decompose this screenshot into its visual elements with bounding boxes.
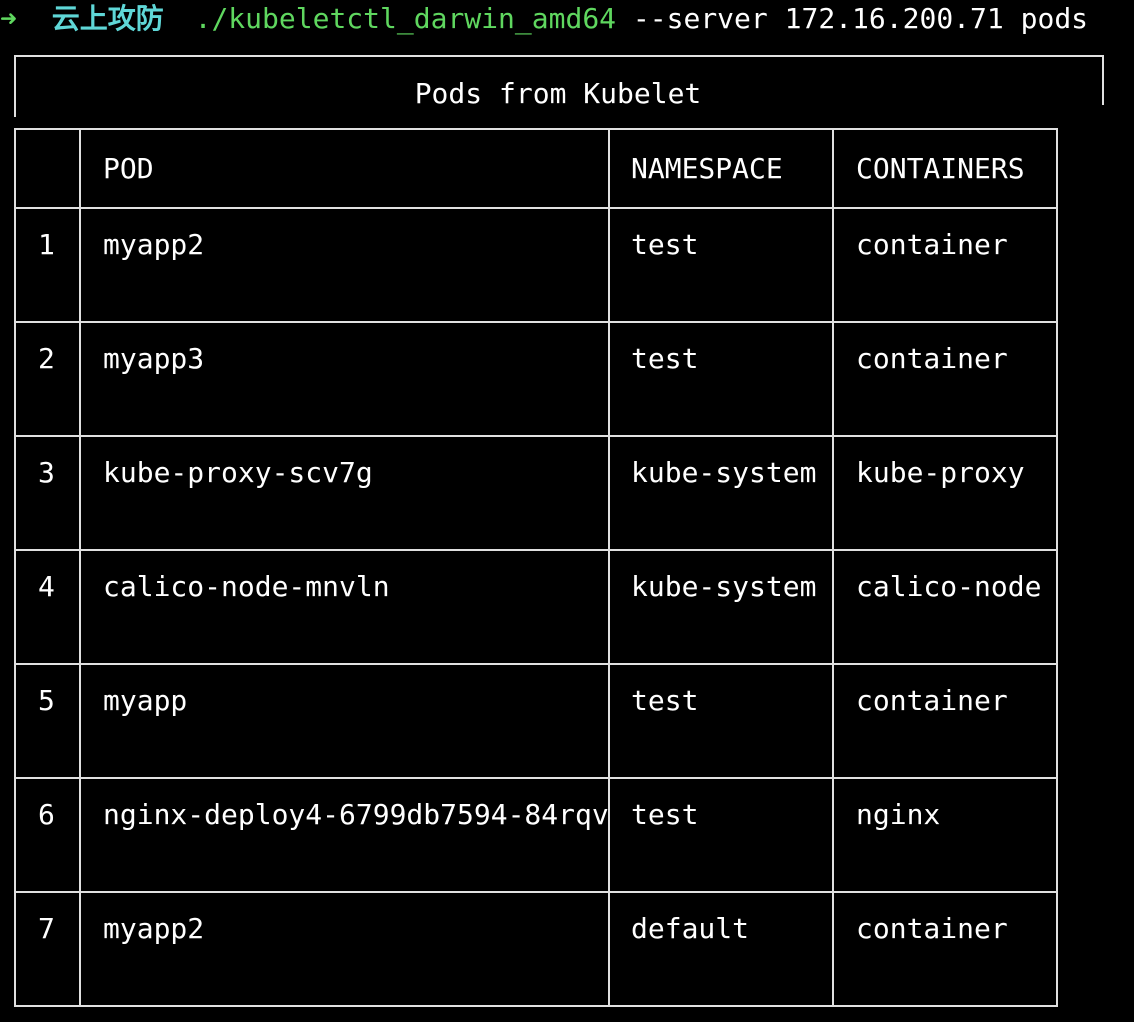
terminal-window[interactable]: ➜ 云上攻防 ./kubeletctl_darwin_amd64 --serve… [0, 0, 1134, 1022]
row-index: 3 [38, 456, 55, 489]
column-separator [14, 128, 16, 1007]
containers-cell: container [856, 912, 1008, 945]
namespace-cell: kube-system [631, 570, 817, 603]
namespace-cell: test [631, 342, 699, 375]
row-border [14, 435, 1056, 437]
pod-name: nginx-deploy4-6799db7594-84rqv [103, 798, 609, 831]
row-index: 5 [38, 684, 55, 717]
column-separator [1056, 128, 1058, 1007]
row-border [14, 663, 1056, 665]
prompt-arrow-icon: ➜ [0, 2, 17, 35]
pod-name: myapp2 [103, 912, 205, 945]
row-index: 4 [38, 570, 55, 603]
row-border [14, 549, 1056, 551]
pod-name: calico-node-mnvln [103, 570, 390, 603]
header-top-border [14, 128, 1056, 130]
prompt-line: ➜ 云上攻防 ./kubeletctl_darwin_amd64 --serve… [0, 0, 1088, 40]
pod-name: myapp3 [103, 342, 205, 375]
header-bottom-border [14, 207, 1056, 209]
pod-name: kube-proxy-scv7g [103, 456, 373, 489]
table-title: Pods from Kubelet [414, 77, 702, 110]
containers-cell: kube-proxy [856, 456, 1025, 489]
column-separator [608, 128, 610, 1007]
command-args: --server 172.16.200.71 pods [632, 2, 1089, 35]
pod-name: myapp [103, 684, 188, 717]
row-index: 6 [38, 798, 55, 831]
namespace-cell: test [631, 798, 699, 831]
row-border [14, 1005, 1056, 1007]
column-separator [832, 128, 834, 1007]
containers-cell: container [856, 228, 1008, 261]
header-containers: CONTAINERS [856, 152, 1025, 185]
row-index: 2 [38, 342, 55, 375]
containers-cell: nginx [856, 798, 941, 831]
namespace-cell: test [631, 228, 699, 261]
column-separator [79, 128, 81, 1007]
namespace-cell: kube-system [631, 456, 817, 489]
row-index: 7 [38, 912, 55, 945]
header-namespace: NAMESPACE [631, 152, 783, 185]
namespace-cell: default [631, 912, 750, 945]
command-text: ./kubeletctl_darwin_amd64 [194, 2, 617, 35]
containers-cell: container [856, 342, 1008, 375]
namespace-cell: test [631, 684, 699, 717]
row-border [14, 891, 1056, 893]
containers-cell: calico-node [856, 570, 1042, 603]
header-pod: POD [103, 152, 154, 185]
pod-name: myapp2 [103, 228, 205, 261]
containers-cell: container [856, 684, 1008, 717]
row-index: 1 [38, 228, 55, 261]
row-border [14, 321, 1056, 323]
prompt-host: 云上攻防 [51, 2, 164, 35]
table-top-border [14, 55, 1104, 57]
row-border [14, 777, 1056, 779]
